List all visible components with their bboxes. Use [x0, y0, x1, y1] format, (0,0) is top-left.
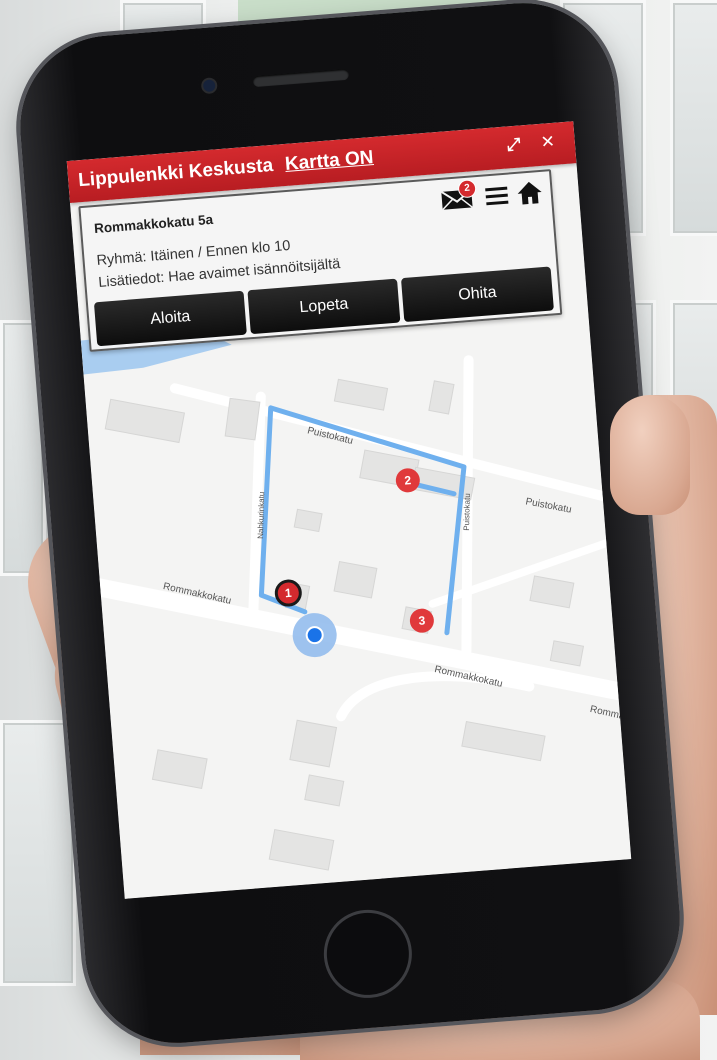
home-nav-button[interactable] [516, 180, 544, 211]
smartphone: Puistokatu Puistokatu Rommakkokatu Romma… [13, 0, 687, 1050]
background-window [0, 720, 76, 986]
task-address: Rommakkokatu 5a [93, 211, 214, 237]
app-title: Lippulenkki Keskusta [77, 154, 274, 192]
stop-marker-1[interactable]: 1 [274, 579, 302, 607]
start-button[interactable]: Aloita [93, 290, 247, 347]
home-icon [517, 181, 542, 205]
phone-screen: Puistokatu Puistokatu Rommakkokatu Romma… [66, 121, 632, 899]
close-icon[interactable]: ✕ [540, 132, 556, 153]
messages-button[interactable]: 2 [440, 179, 477, 217]
building [293, 508, 323, 533]
stop-marker-label: 3 [418, 613, 426, 628]
stop-button[interactable]: Lopeta [247, 278, 401, 335]
expand-icon[interactable]: ⤢ [506, 134, 521, 155]
hand-thumb-tip [610, 395, 690, 515]
stop-marker-label: 2 [404, 473, 412, 488]
background-window [670, 0, 717, 236]
building [224, 397, 261, 441]
menu-button[interactable] [484, 185, 510, 214]
street-label-nahkurinkatu: Nahkurinkatu [256, 492, 266, 539]
building [333, 560, 378, 599]
stop-marker-label: 1 [284, 586, 292, 601]
building [289, 719, 338, 768]
map-toggle-link[interactable]: Kartta ON [284, 147, 374, 176]
skip-button[interactable]: Ohita [400, 266, 554, 323]
street-label-side: Puistokatu [462, 493, 472, 531]
hamburger-icon [485, 186, 509, 206]
